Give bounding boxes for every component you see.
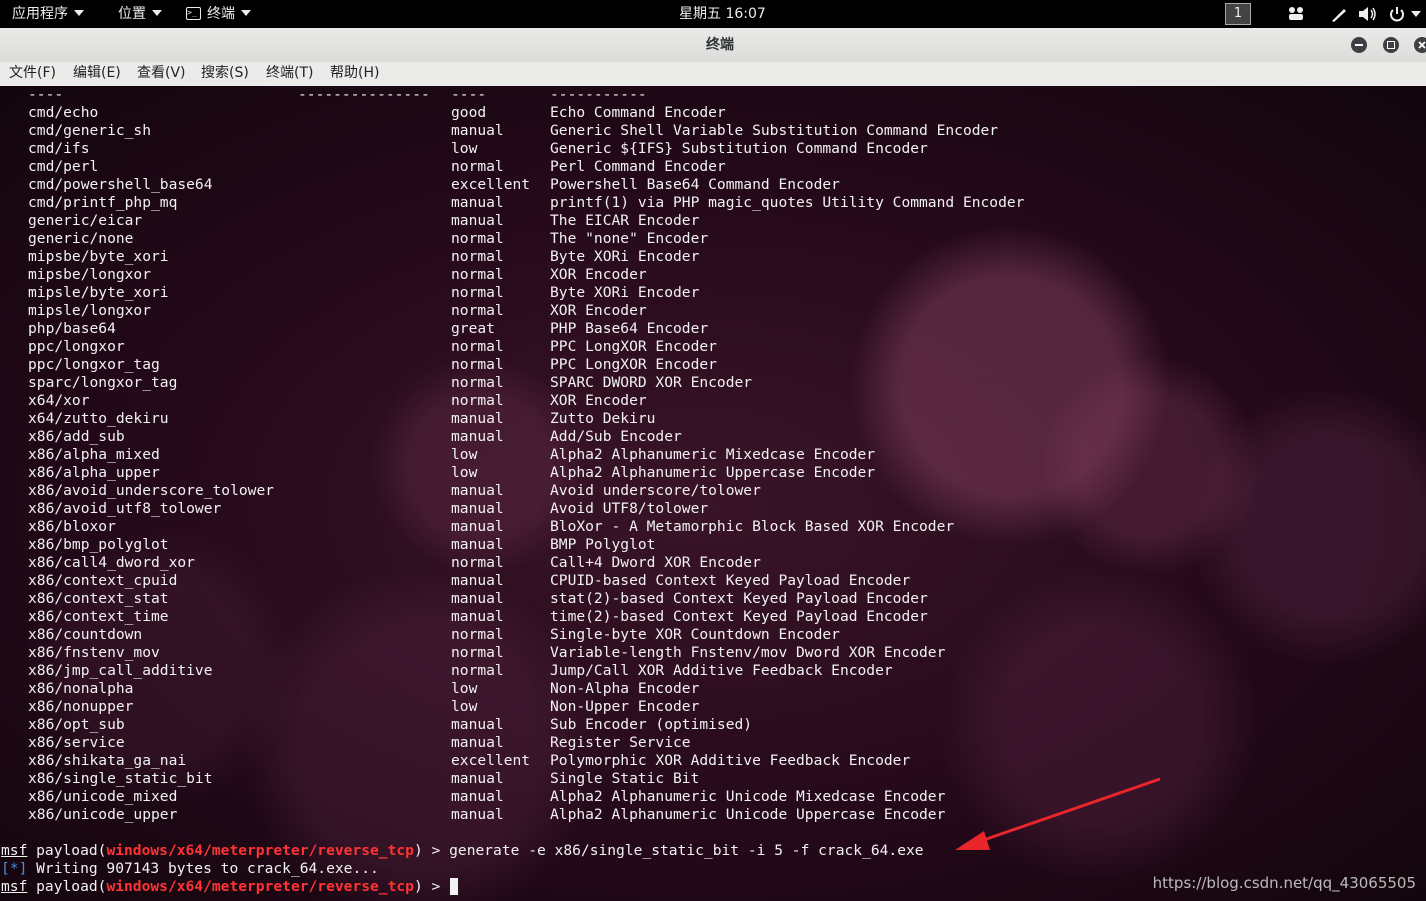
watermark: https://blog.csdn.net/qq_43065505 [1152,874,1416,892]
window-titlebar[interactable]: 终端 [0,28,1426,63]
workspace-indicator[interactable]: 1 [1225,3,1251,25]
terminal-icon: >_ [186,6,201,20]
minimize-icon [1355,44,1363,46]
clock[interactable]: 星期五 16:07 [679,0,766,28]
chevron-down-icon [152,10,162,16]
pen-tool-icon[interactable] [1330,6,1348,22]
menu-file[interactable]: 文件(F) [9,62,56,84]
minimize-button[interactable] [1351,37,1367,53]
menu-edit[interactable]: 编辑(E) [73,62,121,84]
menu-search[interactable]: 搜索(S) [201,62,249,84]
power-icon[interactable] [1389,6,1405,22]
maximize-icon [1387,41,1395,49]
terminal-app-menu[interactable]: >_ 终端 [186,0,251,28]
places-menu[interactable]: 位置 [118,0,162,28]
annotation-arrow [955,777,1161,850]
menu-view[interactable]: 查看(V) [137,62,186,84]
menu-terminal[interactable]: 终端(T) [266,62,313,84]
terminal-app-label: 终端 [207,6,235,22]
system-menu-chevron-icon[interactable] [1411,11,1421,17]
applications-label: 应用程序 [12,6,68,22]
maximize-button[interactable] [1383,37,1399,53]
top-panel: 应用程序 位置 >_ 终端 星期五 16:07 1 [0,0,1426,28]
menu-help[interactable]: 帮助(H) [330,62,379,84]
close-icon [1418,41,1426,49]
menu-bar: 文件(F) 编辑(E) 查看(V) 搜索(S) 终端(T) 帮助(H) [0,62,1426,87]
applications-menu[interactable]: 应用程序 [12,0,84,28]
volume-icon[interactable] [1358,6,1378,22]
chevron-down-icon [241,10,251,16]
close-button[interactable] [1414,37,1426,53]
window-title: 终端 [706,37,734,53]
accessibility-icon[interactable] [1287,6,1305,22]
terminal-output[interactable]: ---- --------------- ---- ----------- cm… [0,86,1426,901]
places-label: 位置 [118,6,146,22]
chevron-down-icon [74,10,84,16]
